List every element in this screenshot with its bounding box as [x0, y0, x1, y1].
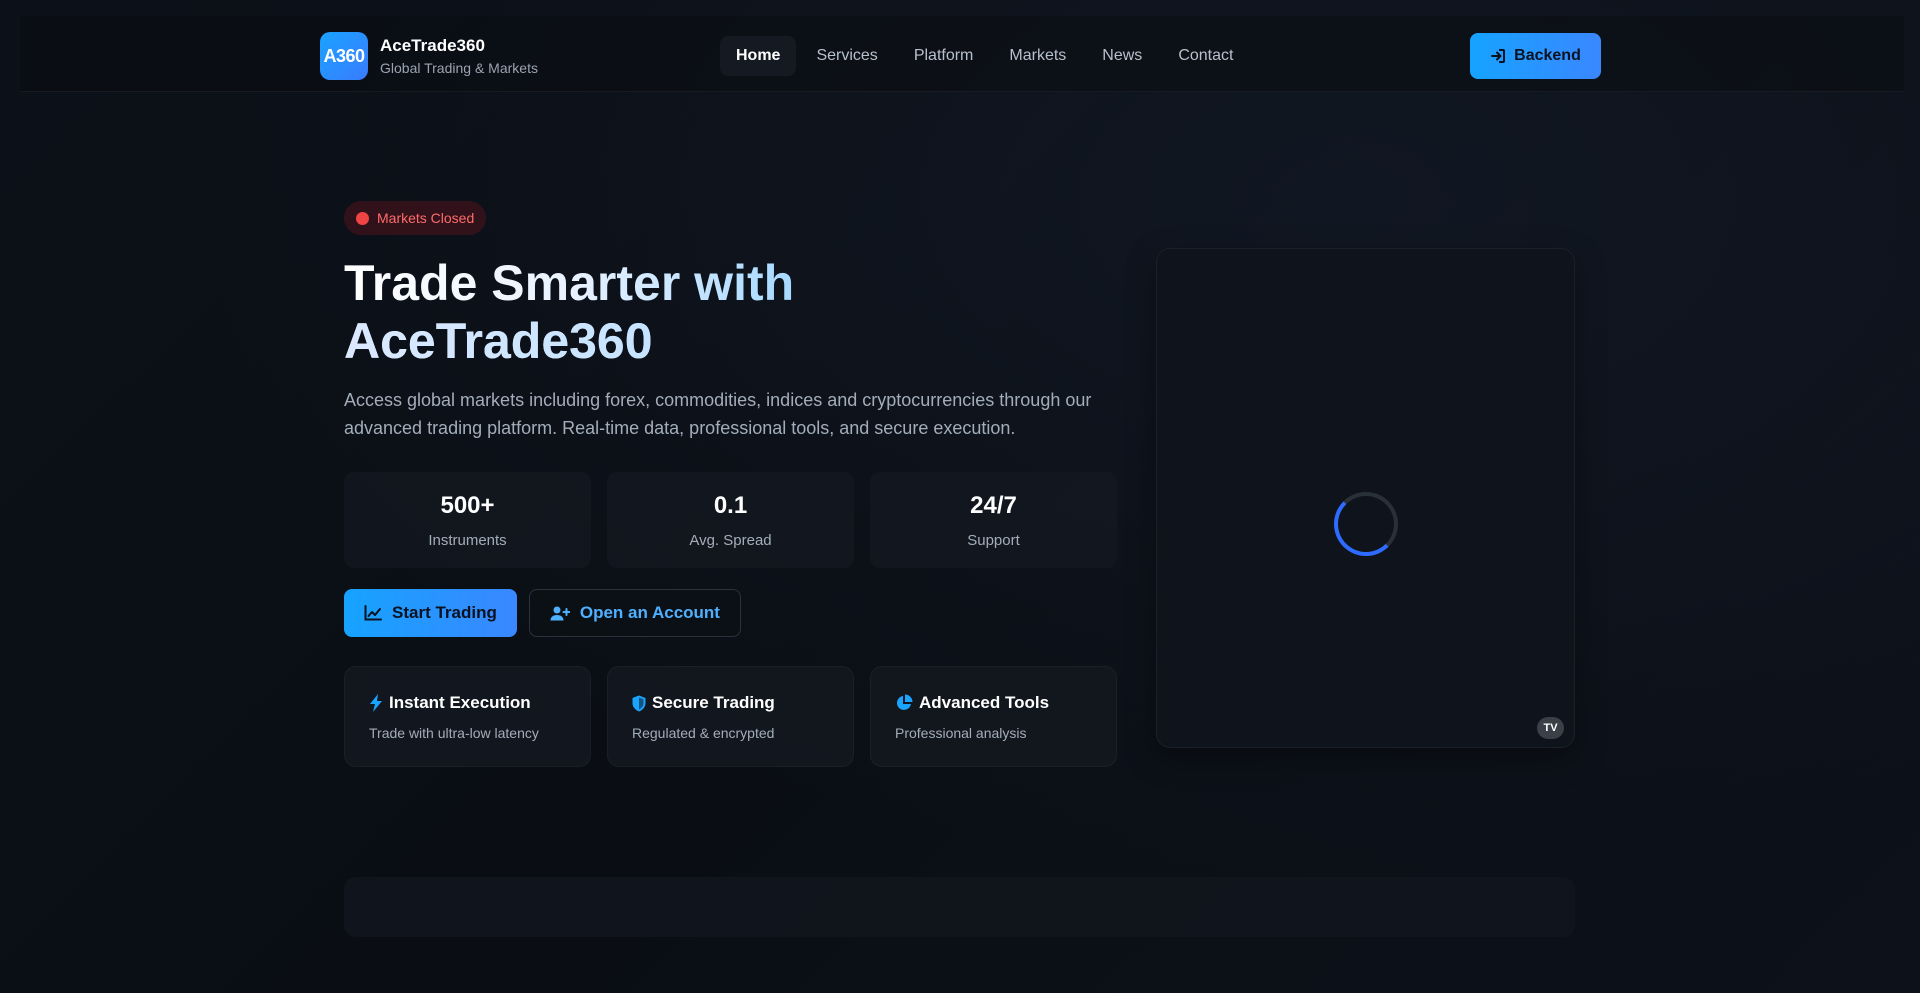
nav-item-services[interactable]: Services [800, 36, 893, 76]
hero-title: Trade Smarter with AceTrade360 [344, 254, 1104, 370]
nav-item-contact[interactable]: Contact [1162, 36, 1249, 76]
market-status-text: Markets Closed [377, 210, 475, 226]
backend-button[interactable]: Backend [1470, 33, 1601, 79]
stat-value: 24/7 [970, 492, 1017, 519]
hero-title-line1: Trade Smarter with [344, 255, 795, 311]
hero-description: Access global markets including forex, c… [344, 390, 1092, 438]
feature-card: Advanced Tools Professional analysis [870, 666, 1117, 767]
hero-title-line2: AceTrade360 [344, 312, 1104, 370]
backend-label: Backend [1514, 47, 1581, 64]
feature-desc: Trade with ultra-low latency [369, 725, 539, 741]
feature-desc: Professional analysis [895, 725, 1027, 741]
feature-title-text: Instant Execution [389, 693, 531, 712]
stat-card: 24/7 Support [870, 472, 1117, 568]
features-row: Instant Execution Trade with ultra-low l… [344, 666, 1117, 767]
sign-in-icon [1490, 48, 1506, 64]
stat-label: Instruments [428, 532, 507, 549]
user-plus-icon [550, 605, 570, 621]
main-nav: Home Services Platform Markets News Cont… [720, 36, 1249, 76]
logo[interactable]: A360 [320, 32, 368, 80]
stat-card: 0.1 Avg. Spread [607, 472, 854, 568]
feature-title: Secure Trading [632, 693, 829, 713]
nav-item-platform[interactable]: Platform [898, 36, 990, 76]
start-trading-button[interactable]: Start Trading [344, 589, 517, 637]
loading-spinner-icon [1334, 492, 1398, 556]
feature-card: Instant Execution Trade with ultra-low l… [344, 666, 591, 767]
feature-title-text: Secure Trading [652, 693, 775, 712]
shield-icon [632, 695, 646, 712]
feature-desc: Regulated & encrypted [632, 725, 775, 741]
stat-label: Avg. Spread [689, 532, 772, 549]
brand[interactable]: A360 AceTrade360 Global Trading & Market… [320, 32, 538, 80]
ticker-strip [344, 877, 1575, 937]
stat-label: Support [967, 532, 1020, 549]
market-status-badge: Markets Closed [344, 201, 487, 235]
tradingview-logo[interactable]: TV [1537, 717, 1564, 739]
pie-chart-icon [895, 694, 913, 712]
bolt-icon [369, 694, 383, 712]
brand-tagline: Global Trading & Markets [380, 60, 538, 76]
stats-row: 500+ Instruments 0.1 Avg. Spread 24/7 Su… [344, 472, 1117, 568]
cta-row: Start Trading Open an Account [344, 589, 741, 637]
feature-card: Secure Trading Regulated & encrypted [607, 666, 854, 767]
open-account-label: Open an Account [579, 603, 720, 622]
site-header: A360 AceTrade360 Global Trading & Market… [20, 16, 1904, 92]
nav-item-news[interactable]: News [1086, 36, 1158, 76]
status-dot-icon [356, 211, 369, 225]
chart-widget[interactable]: TV [1156, 248, 1575, 748]
feature-title-text: Advanced Tools [919, 693, 1050, 712]
nav-item-markets[interactable]: Markets [993, 36, 1082, 76]
line-chart-icon [364, 605, 382, 621]
brand-name: AceTrade360 [380, 36, 485, 55]
open-account-button[interactable]: Open an Account [528, 589, 741, 637]
feature-title: Advanced Tools [895, 693, 1092, 713]
stat-value: 500+ [440, 492, 495, 519]
brand-text: AceTrade360 Global Trading & Markets [380, 36, 538, 76]
stat-card: 500+ Instruments [344, 472, 591, 568]
start-trading-label: Start Trading [392, 603, 497, 622]
feature-title: Instant Execution [369, 693, 566, 713]
nav-item-home[interactable]: Home [720, 36, 797, 76]
stat-value: 0.1 [713, 492, 748, 519]
